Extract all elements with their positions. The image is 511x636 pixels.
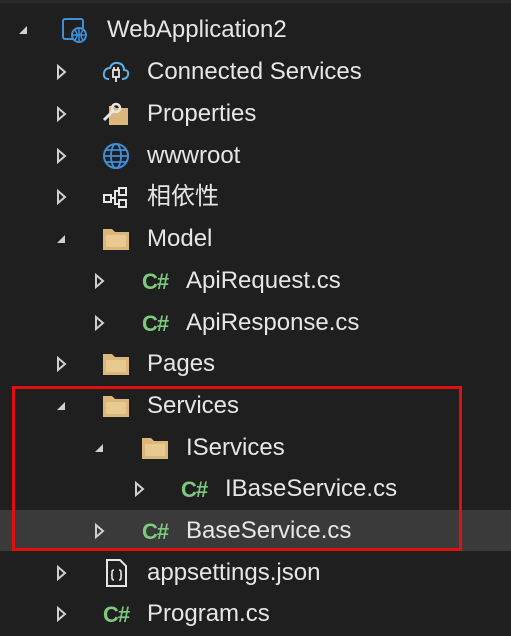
tree-item-label: ApiResponse.cs [186,309,360,336]
tree-item-program[interactable]: C# Program.cs [0,593,511,634]
tree-item-ibaseservice[interactable]: C# IBaseService.cs [0,468,511,509]
chevron-expanded-icon[interactable] [50,218,72,259]
globe-icon [99,139,133,173]
folder-icon [99,222,133,256]
tree-item-model[interactable]: Model [0,218,511,259]
properties-icon [99,97,133,131]
tree-item-apirequest[interactable]: C# ApiRequest.cs [0,260,511,301]
connected-services-icon [99,55,133,89]
csharp-file-icon: C# [141,310,169,336]
tree-item-label: appsettings.json [147,559,321,586]
dependencies-icon [99,180,133,214]
chevron-right-icon[interactable] [88,260,110,301]
clipped-row-edge [0,0,511,3]
tree-item-label: Properties [147,100,257,127]
folder-icon [138,431,172,465]
chevron-expanded-icon[interactable] [88,427,110,468]
tree-item-label: Program.cs [147,600,270,627]
tree-item-label: BaseService.cs [186,517,352,544]
chevron-right-icon[interactable] [50,93,72,134]
chevron-right-icon[interactable] [128,468,150,509]
json-file-icon [99,556,133,590]
csharp-file-icon: C# [180,476,208,502]
chevron-expanded-icon[interactable] [50,385,72,426]
csharp-file-icon: C# [141,268,169,294]
tree-item-label: Connected Services [147,58,362,85]
chevron-right-icon[interactable] [50,135,72,176]
tree-item-services[interactable]: Services [0,385,511,426]
tree-item-label: Model [147,225,213,252]
folder-icon [99,347,133,381]
tree-item-appsettings[interactable]: appsettings.json [0,552,511,593]
tree-item-iservices[interactable]: IServices [0,427,511,468]
tree-item-label: wwwroot [147,142,241,169]
folder-icon [99,389,133,423]
tree-item-wwwroot[interactable]: wwwroot [0,135,511,176]
chevron-right-icon[interactable] [88,510,110,551]
tree-item-properties[interactable]: Properties [0,93,511,134]
tree-item-label: ApiRequest.cs [186,267,341,294]
solution-explorer-tree: WebApplication2 Connected Services Prope… [0,0,511,636]
tree-item-label: IBaseService.cs [225,475,398,502]
chevron-right-icon[interactable] [50,552,72,593]
tree-item-baseservice[interactable]: C# BaseService.cs [0,510,511,551]
csharp-file-icon: C# [141,518,169,544]
tree-item-label: Services [147,392,240,419]
tree-item-label: WebApplication2 [107,16,287,43]
csharp-file-icon: C# [102,601,130,627]
chevron-right-icon[interactable] [88,302,110,343]
tree-item-label: 相依性 [147,183,219,210]
web-project-icon [58,13,92,47]
tree-item-project[interactable]: WebApplication2 [0,9,511,50]
tree-item-label: Pages [147,350,216,377]
chevron-right-icon[interactable] [50,176,72,217]
chevron-right-icon[interactable] [50,343,72,384]
chevron-right-icon[interactable] [50,51,72,92]
tree-item-dependencies[interactable]: 相依性 [0,176,511,217]
tree-item-label: IServices [186,434,285,461]
tree-item-apiresponse[interactable]: C# ApiResponse.cs [0,302,511,343]
chevron-right-icon[interactable] [50,593,72,634]
chevron-expanded-icon[interactable] [12,9,34,50]
tree-item-connected-services[interactable]: Connected Services [0,51,511,92]
tree-item-pages[interactable]: Pages [0,343,511,384]
